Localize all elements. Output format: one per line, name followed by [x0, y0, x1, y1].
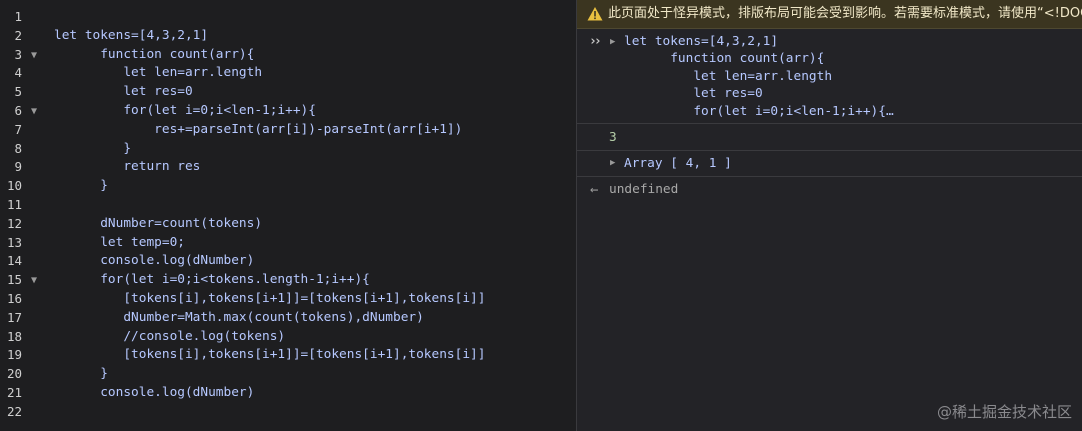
code-line[interactable]: 22	[0, 402, 576, 421]
console-output-array[interactable]: ▶ Array [ 4, 1 ]	[577, 151, 1082, 177]
line-number: 18	[6, 328, 22, 344]
line-number: 20	[6, 366, 22, 382]
line-number: 15	[6, 272, 22, 288]
code-line[interactable]: 18 //console.log(tokens)	[0, 327, 576, 346]
line-number: 13	[6, 234, 22, 250]
code-line[interactable]: 7 res+=parseInt(arr[i])-parseInt(arr[i+1…	[0, 120, 576, 139]
code-line[interactable]: 11	[0, 195, 576, 214]
code-line[interactable]: 16 [tokens[i],tokens[i+1]]=[tokens[i+1],…	[0, 289, 576, 308]
console-input-prompt-icon: ››	[589, 34, 602, 49]
code-line[interactable]: 10 }	[0, 176, 576, 195]
code-line[interactable]: 19 [tokens[i],tokens[i+1]]=[tokens[i+1],…	[0, 345, 576, 364]
line-number: 9	[14, 159, 22, 175]
code-line[interactable]: 17 dNumber=Math.max(count(tokens),dNumbe…	[0, 308, 576, 327]
output-number-value: 3	[609, 130, 617, 145]
code-text: console.log(dNumber)	[54, 253, 255, 269]
line-number: 21	[6, 385, 22, 400]
line-number: 6	[14, 103, 22, 118]
line-number: 19	[6, 347, 22, 363]
return-value-text: undefined	[609, 182, 679, 197]
expand-array-icon[interactable]: ▶	[610, 158, 615, 168]
line-number: 10	[6, 178, 22, 194]
console-panel: 此页面处于怪异模式，排版布局可能会受到影响。若需要标准模式，请使用“<!DOCT…	[577, 0, 1082, 431]
console-input-entry[interactable]: ›› ▶ let tokens=[4,3,2,1] function count…	[577, 29, 1082, 124]
watermark: @稀土掘金技术社区	[936, 403, 1072, 421]
code-text: let len=arr.length	[54, 65, 263, 81]
code-editor[interactable]: 1 2 let tokens=[4,3,2,1] 3 ▼ function count(…	[0, 0, 577, 431]
code-line[interactable]: 1	[0, 7, 576, 26]
fold-chevron-icon[interactable]: ▼	[31, 271, 37, 290]
code-line[interactable]: 5 let res=0	[0, 82, 576, 101]
line-number: 17	[6, 309, 22, 325]
expand-triangle-icon[interactable]: ▶	[610, 37, 615, 47]
line-number: 3	[14, 46, 22, 62]
code-line[interactable]: 20 }	[0, 364, 576, 383]
code-line[interactable]: 21 console.log(dNumber)	[0, 383, 576, 402]
line-number: 22	[6, 403, 22, 419]
line-number: 5	[14, 84, 22, 100]
code-text: //console.log(tokens)	[54, 328, 286, 344]
code-text: let tokens=[4,3,2,1]	[54, 27, 209, 43]
code-text: }	[54, 366, 108, 382]
line-number: 8	[14, 140, 22, 156]
code-text: }	[54, 178, 108, 194]
console-input-line: for(let i=0;i<len-1;i++){…	[624, 103, 894, 119]
warning-text: 此页面处于怪异模式，排版布局可能会受到影响。若需要标准模式，请使用“<!DOCT…	[608, 6, 1082, 21]
line-number: 14	[6, 253, 22, 269]
console-input-line: let res=0	[624, 86, 763, 102]
warning-icon	[587, 7, 603, 21]
code-text: [tokens[i],tokens[i+1]]=[tokens[i+1],tok…	[54, 291, 486, 306]
console-input-line: let tokens=[4,3,2,1]	[624, 34, 779, 49]
return-arrow-icon: ←	[590, 182, 599, 198]
output-array-value[interactable]: Array [ 4, 1 ]	[624, 155, 732, 173]
code-text: for(let i=0;i<len-1;i++){	[54, 103, 316, 118]
code-line[interactable]: 15 ▼ for(let i=0;i<tokens.length-1;i++){	[0, 270, 576, 289]
code-text: for(let i=0;i<tokens.length-1;i++){	[54, 272, 370, 288]
quirks-mode-warning: 此页面处于怪异模式，排版布局可能会受到影响。若需要标准模式，请使用“<!DOCT…	[577, 0, 1082, 29]
code-text: res+=parseInt(arr[i])-parseInt(arr[i+1])	[54, 121, 463, 137]
fold-chevron-icon[interactable]: ▼	[31, 102, 37, 121]
code-text: let temp=0;	[54, 234, 185, 250]
fold-chevron-icon[interactable]: ▼	[31, 46, 37, 65]
code-text: }	[54, 140, 132, 156]
code-line[interactable]: 9 return res	[0, 157, 576, 176]
line-number: 7	[14, 121, 22, 137]
line-number: 1	[14, 9, 22, 24]
line-number: 12	[6, 215, 22, 231]
console-return-value: ← undefined	[577, 177, 1082, 202]
code-line[interactable]: 14 console.log(dNumber)	[0, 251, 576, 270]
code-line[interactable]: 3 ▼ function count(arr){	[0, 45, 576, 64]
line-number: 2	[14, 27, 22, 43]
line-number: 16	[6, 291, 22, 306]
code-line[interactable]: 4 let len=arr.length	[0, 63, 576, 82]
code-text: return res	[54, 159, 201, 175]
console-output-number: 3	[577, 124, 1082, 151]
code-line[interactable]: 13 let temp=0;	[0, 233, 576, 252]
code-text: dNumber=Math.max(count(tokens),dNumber)	[54, 309, 424, 325]
console-input-line: function count(arr){	[624, 51, 825, 67]
code-line[interactable]: 8 }	[0, 139, 576, 158]
console-input-line: let len=arr.length	[624, 68, 833, 84]
code-text: console.log(dNumber)	[54, 385, 255, 400]
code-text: let res=0	[54, 84, 193, 100]
code-text: dNumber=count(tokens)	[54, 215, 263, 231]
code-text: function count(arr){	[54, 46, 255, 62]
code-line[interactable]: 6 ▼ for(let i=0;i<len-1;i++){	[0, 101, 576, 120]
line-number: 11	[6, 197, 22, 212]
code-text: [tokens[i],tokens[i+1]]=[tokens[i+1],tok…	[54, 347, 486, 363]
line-number: 4	[14, 65, 22, 81]
code-line[interactable]: 2 let tokens=[4,3,2,1]	[0, 26, 576, 45]
code-line[interactable]: 12 dNumber=count(tokens)	[0, 214, 576, 233]
